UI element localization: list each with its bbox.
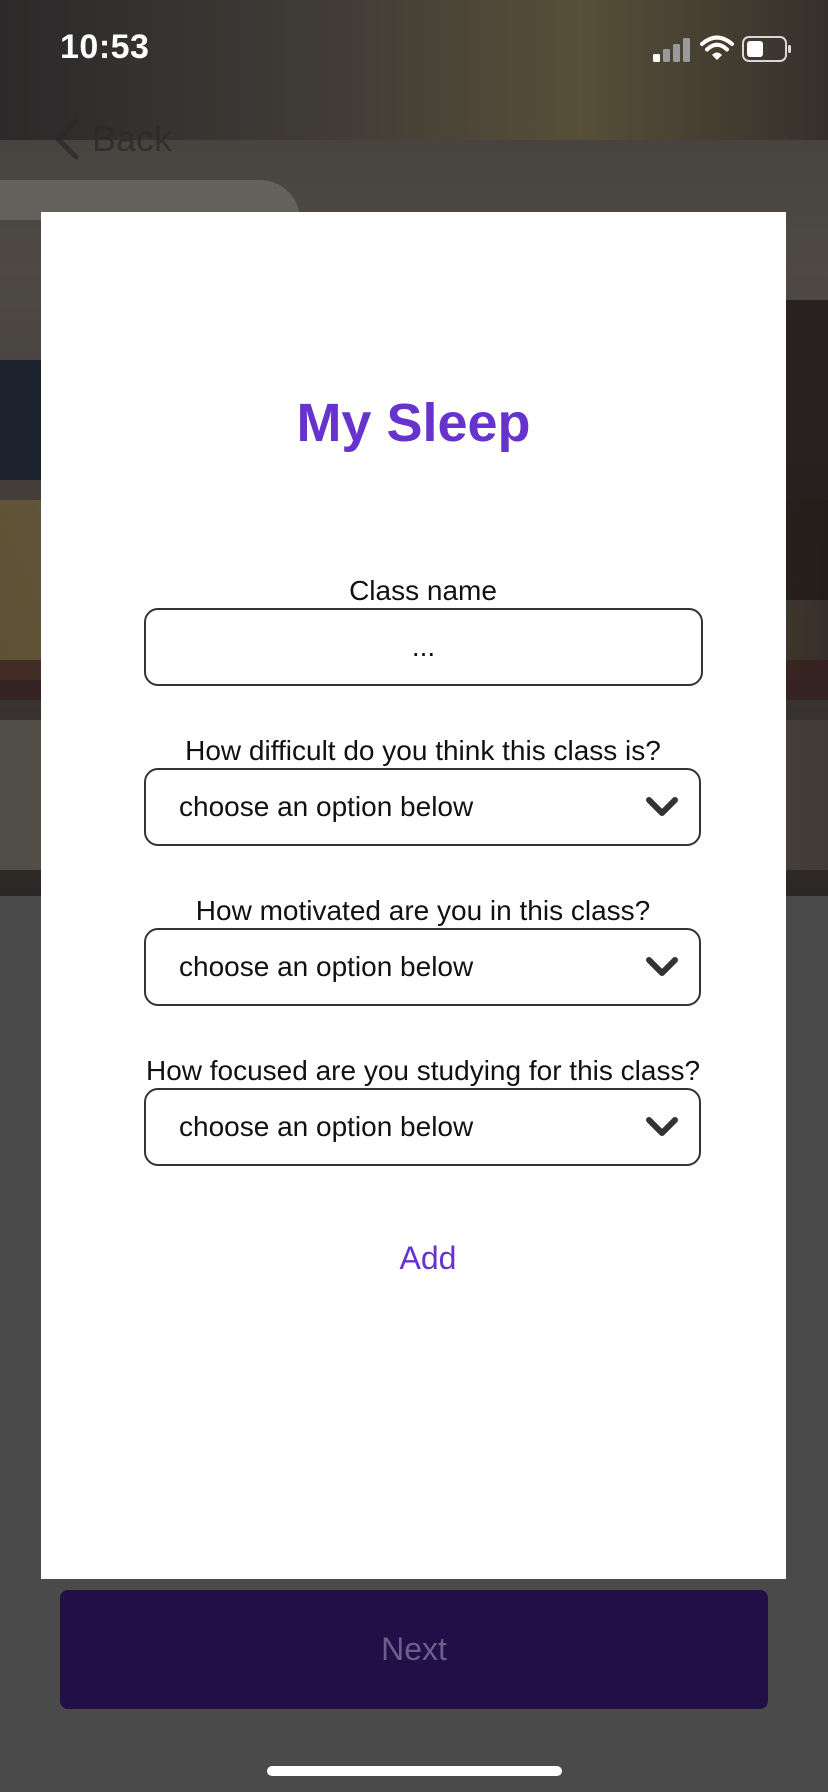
back-button[interactable]: Back — [52, 114, 172, 164]
focus-select[interactable]: choose an option below — [144, 1088, 701, 1166]
class-form-card: My Sleep Class name How difficult do you… — [41, 212, 786, 1579]
status-time: 10:53 — [60, 28, 150, 66]
back-label: Back — [92, 118, 173, 159]
motivation-select-value: choose an option below — [179, 951, 474, 982]
motivation-label: How motivated are you in this class? — [195, 895, 651, 926]
chevron-left-icon — [55, 118, 79, 160]
wifi-icon — [700, 35, 734, 60]
page-title: My Sleep — [296, 393, 531, 453]
difficulty-select-value: choose an option below — [179, 791, 474, 822]
motivation-select[interactable]: choose an option below — [144, 928, 701, 1006]
class-name-label: Class name — [349, 575, 497, 606]
signal-icon — [653, 38, 690, 62]
difficulty-select[interactable]: choose an option below — [144, 768, 701, 846]
difficulty-label: How difficult do you think this class is… — [185, 735, 661, 766]
chevron-down-icon — [646, 797, 678, 816]
status-bar: 10:53 — [0, 0, 828, 100]
home-indicator[interactable] — [267, 1766, 562, 1776]
battery-icon — [742, 36, 791, 62]
chevron-down-icon — [646, 1117, 678, 1136]
focus-label: How focused are you studying for this cl… — [145, 1055, 701, 1086]
focus-select-value: choose an option below — [179, 1111, 474, 1142]
next-label: Next — [381, 1631, 447, 1667]
next-button[interactable]: Next — [60, 1590, 768, 1709]
class-name-input[interactable] — [144, 608, 703, 686]
add-button[interactable]: Add — [41, 1240, 815, 1277]
chevron-down-icon — [646, 957, 678, 976]
